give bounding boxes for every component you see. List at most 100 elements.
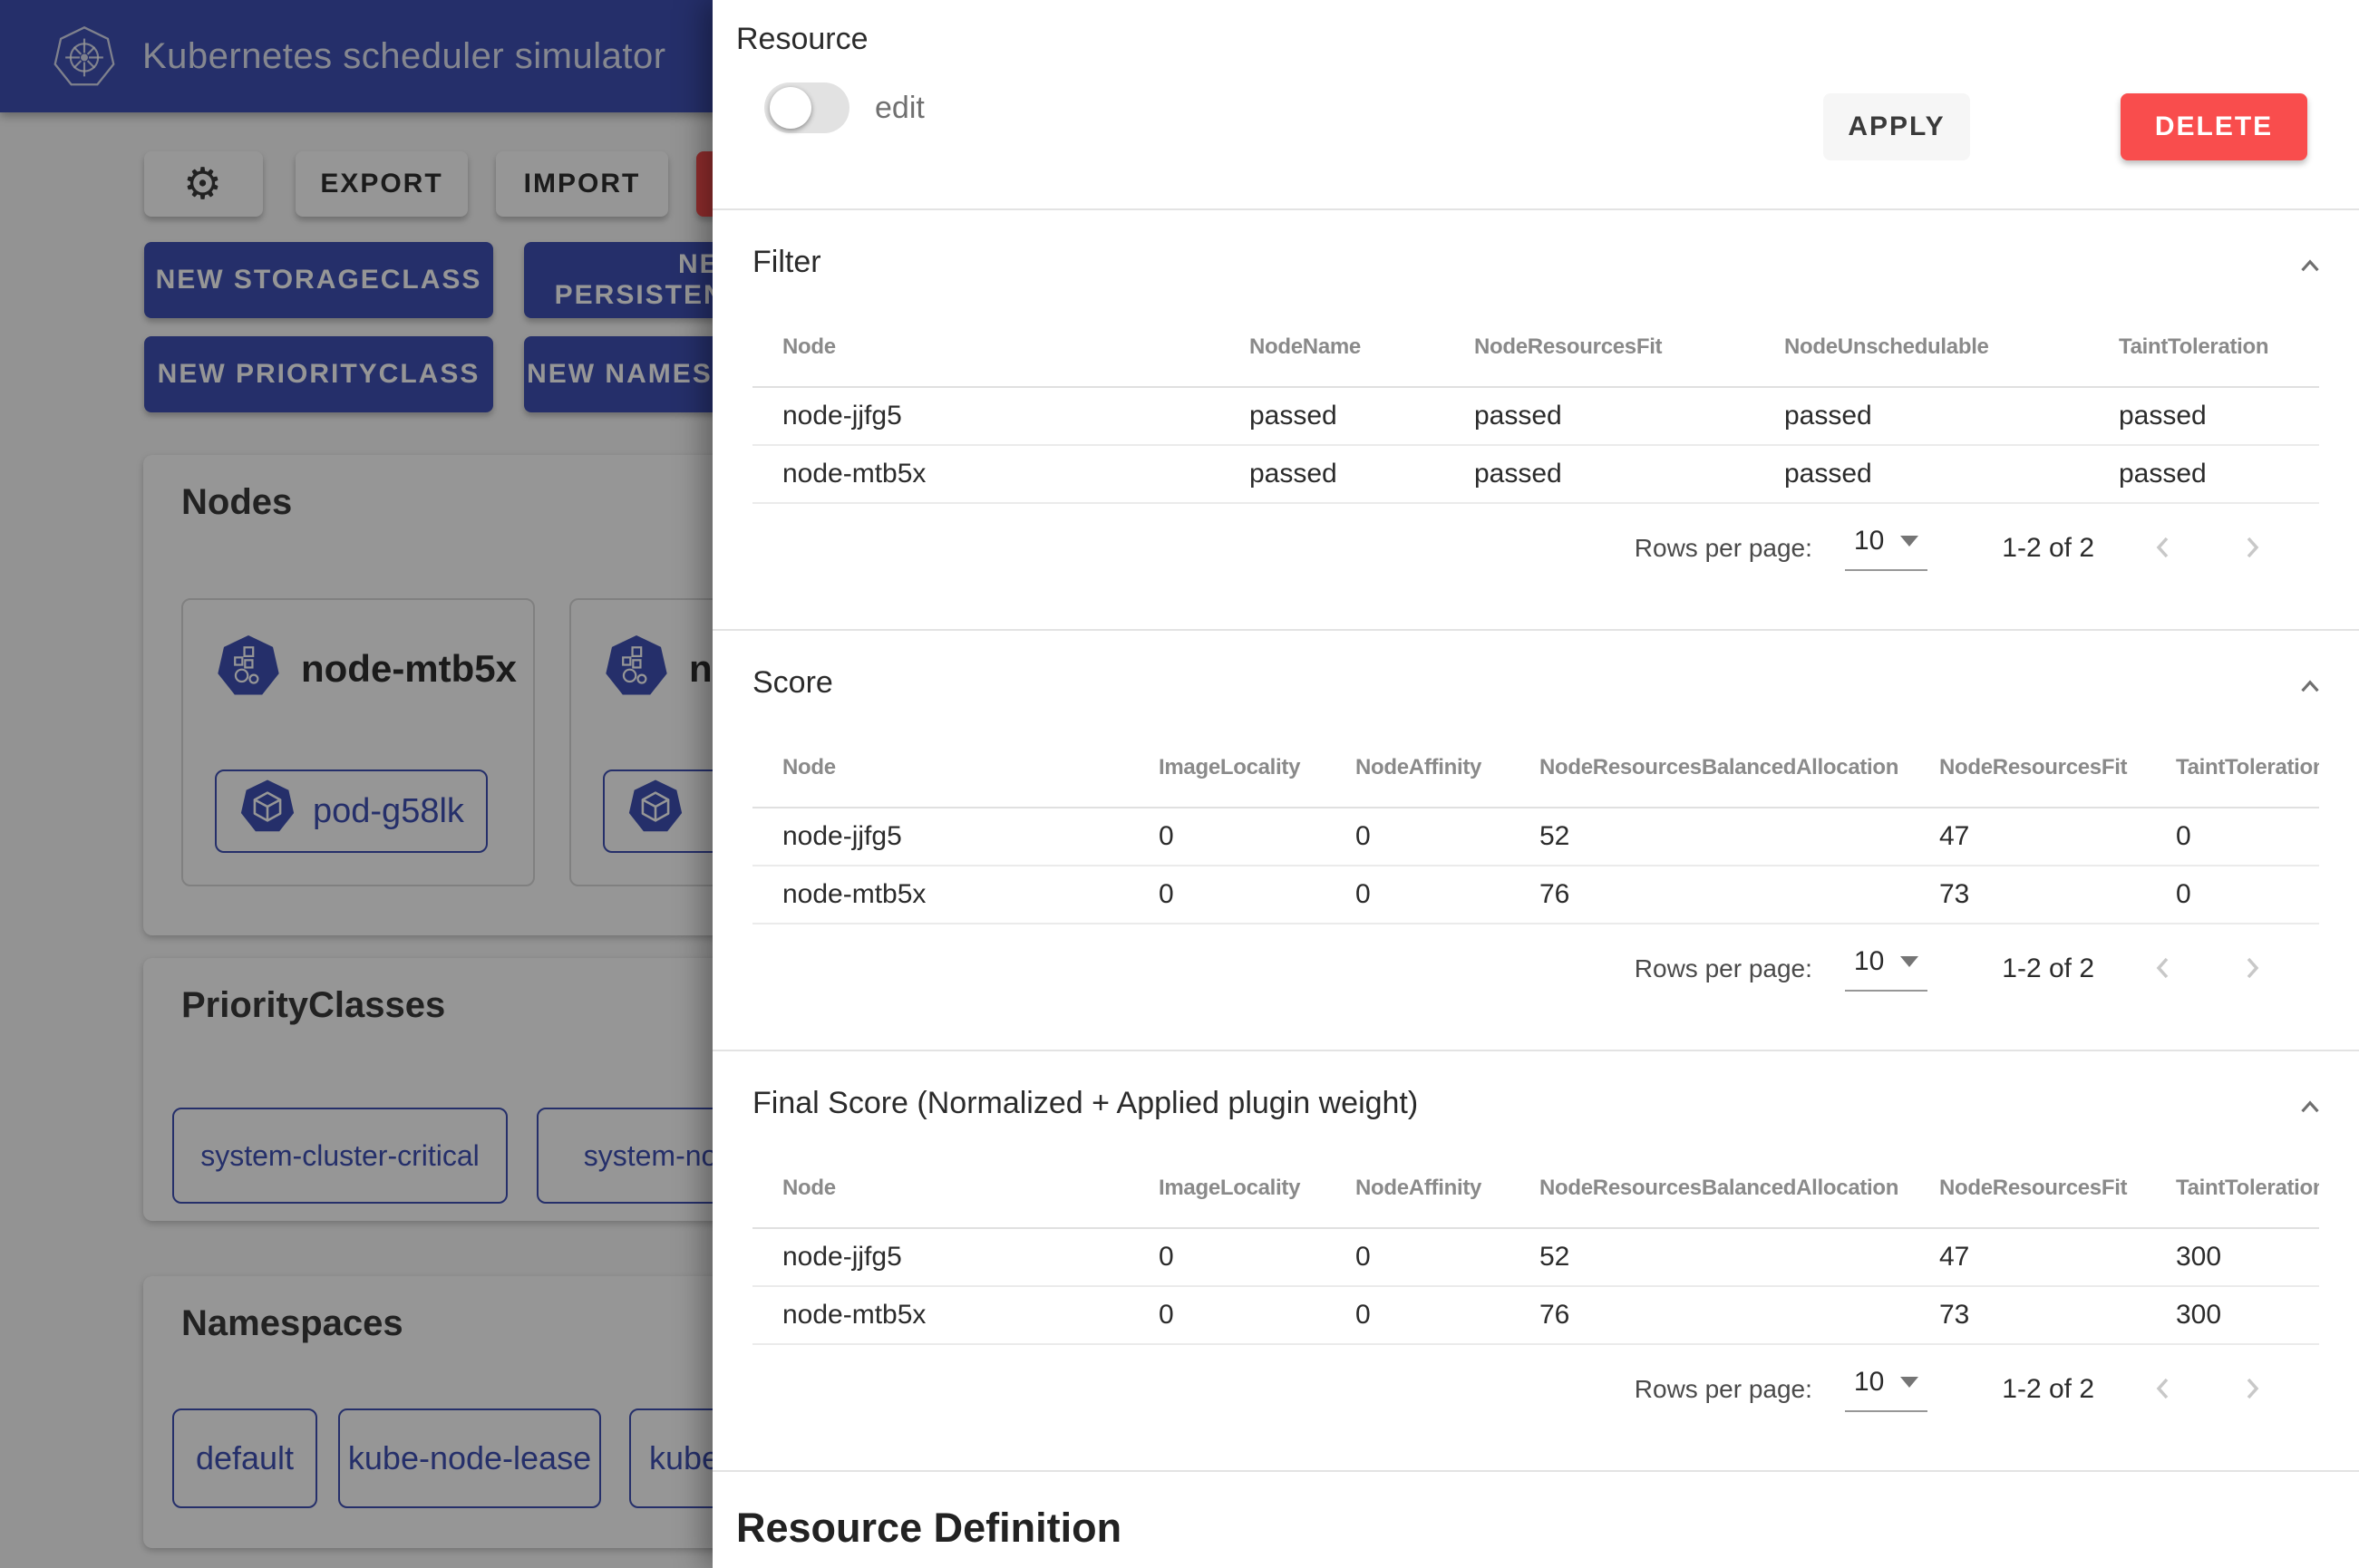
column-header: NodeResourcesBalancedAllocation (1510, 1148, 1909, 1228)
table-cell: passed (2089, 387, 2319, 445)
column-header: NodeResourcesBalancedAllocation (1510, 728, 1909, 808)
collapse-filter-button[interactable] (2294, 250, 2326, 286)
table-cell: 0 (1129, 1286, 1325, 1344)
table-cell: node-mtb5x (752, 866, 1129, 924)
filter-section: Filter Node NodeName NodeResourcesFit No… (713, 210, 2359, 631)
column-header: Node (752, 307, 1219, 387)
score-section: Score Node ImageLocality NodeAffinity No… (713, 631, 2359, 1051)
table-cell: node-jjfg5 (752, 387, 1219, 445)
column-header: TaintToleration (2089, 307, 2319, 387)
edit-toggle-knob (770, 87, 811, 129)
column-header: Node (752, 1148, 1129, 1228)
pagination: Rows per page: 10 1-2 of 2 (752, 1367, 2319, 1412)
caret-down-icon (1900, 956, 1918, 967)
chevron-right-icon (2234, 530, 2268, 565)
chevron-up-icon (2294, 1091, 2326, 1124)
table-cell: 73 (1909, 866, 2146, 924)
edit-toggle[interactable] (764, 82, 849, 133)
column-header: Node (752, 728, 1129, 808)
rows-per-page-label: Rows per page: (1635, 534, 1812, 563)
table-cell: 76 (1510, 1286, 1909, 1344)
table-cell: node-jjfg5 (752, 808, 1129, 866)
table-cell: passed (1219, 387, 1444, 445)
score-table: Node ImageLocality NodeAffinity NodeReso… (752, 728, 2319, 924)
table-cell: passed (1444, 445, 1754, 503)
previous-page-button[interactable] (2147, 530, 2181, 567)
table-row: node-mtb5x 0 0 76 73 0 (752, 866, 2319, 924)
page-range-label: 1-2 of 2 (2002, 1374, 2094, 1405)
chevron-left-icon (2147, 951, 2181, 985)
column-header: NodeUnschedulable (1754, 307, 2089, 387)
table-cell: 0 (1325, 808, 1510, 866)
table-header-row: Node ImageLocality NodeAffinity NodeReso… (752, 728, 2319, 808)
table-cell: 0 (2146, 866, 2319, 924)
pagination: Rows per page: 10 1-2 of 2 (752, 526, 2319, 571)
page-range-label: 1-2 of 2 (2002, 533, 2094, 564)
table-row: node-mtb5x 0 0 76 73 300 (752, 1286, 2319, 1344)
rows-per-page-value: 10 (1854, 526, 1884, 557)
table-cell: node-mtb5x (752, 1286, 1129, 1344)
next-page-button[interactable] (2234, 1371, 2268, 1408)
table-cell: 0 (1129, 1228, 1325, 1286)
next-page-button[interactable] (2234, 530, 2268, 567)
resource-drawer: Resource edit APPLY DELETE Filter Node N… (713, 0, 2359, 1568)
column-header: NodeAffinity (1325, 1148, 1510, 1228)
table-header-row: Node ImageLocality NodeAffinity NodeReso… (752, 1148, 2319, 1228)
table-row: node-jjfg5 0 0 52 47 300 (752, 1228, 2319, 1286)
pagination: Rows per page: 10 1-2 of 2 (752, 946, 2319, 992)
chevron-left-icon (2147, 530, 2181, 565)
table-cell: 47 (1909, 1228, 2146, 1286)
rows-per-page-select[interactable]: 10 (1845, 526, 1927, 571)
collapse-score-button[interactable] (2294, 671, 2326, 706)
final-score-section: Final Score (Normalized + Applied plugin… (713, 1051, 2359, 1472)
table-cell: 0 (1325, 866, 1510, 924)
rows-per-page-value: 10 (1854, 1367, 1884, 1398)
caret-down-icon (1900, 536, 1918, 547)
table-cell: passed (1754, 387, 2089, 445)
column-header: ImageLocality (1129, 728, 1325, 808)
caret-down-icon (1900, 1377, 1918, 1388)
score-section-title: Score (752, 665, 2319, 701)
table-cell: 73 (1909, 1286, 2146, 1344)
rows-per-page-label: Rows per page: (1635, 954, 1812, 983)
table-cell: node-jjfg5 (752, 1228, 1129, 1286)
column-header: TaintToleration (2146, 728, 2319, 808)
table-cell: 0 (1325, 1286, 1510, 1344)
table-cell: 0 (2146, 808, 2319, 866)
table-cell: node-mtb5x (752, 445, 1219, 503)
apply-button[interactable]: APPLY (1823, 93, 1970, 160)
chevron-up-icon (2294, 250, 2326, 283)
table-cell: 300 (2146, 1286, 2319, 1344)
edit-toggle-label: edit (875, 91, 925, 126)
chevron-left-icon (2147, 1371, 2181, 1406)
drawer-title: Resource (736, 22, 2335, 57)
column-header: TaintToleration (2146, 1148, 2319, 1228)
final-score-table: Node ImageLocality NodeAffinity NodeReso… (752, 1148, 2319, 1345)
previous-page-button[interactable] (2147, 1371, 2181, 1408)
column-header: NodeName (1219, 307, 1444, 387)
rows-per-page-select[interactable]: 10 (1845, 1367, 1927, 1412)
resource-definition-section: Resource Definition (713, 1472, 2359, 1552)
collapse-final-score-button[interactable] (2294, 1091, 2326, 1127)
delete-button[interactable]: DELETE (2121, 93, 2307, 160)
table-cell: 0 (1325, 1228, 1510, 1286)
previous-page-button[interactable] (2147, 951, 2181, 988)
chevron-right-icon (2234, 1371, 2268, 1406)
filter-section-title: Filter (752, 245, 2319, 280)
table-cell: 300 (2146, 1228, 2319, 1286)
table-cell: passed (1754, 445, 2089, 503)
final-score-section-title: Final Score (Normalized + Applied plugin… (752, 1086, 2319, 1121)
column-header: NodeResourcesFit (1909, 1148, 2146, 1228)
rows-per-page-value: 10 (1854, 946, 1884, 977)
page-range-label: 1-2 of 2 (2002, 953, 2094, 984)
filter-table: Node NodeName NodeResourcesFit NodeUnsch… (752, 307, 2319, 504)
table-cell: 52 (1510, 1228, 1909, 1286)
rows-per-page-select[interactable]: 10 (1845, 946, 1927, 992)
table-cell: 76 (1510, 866, 1909, 924)
table-cell: passed (1444, 387, 1754, 445)
column-header: NodeResourcesFit (1444, 307, 1754, 387)
next-page-button[interactable] (2234, 951, 2268, 988)
rows-per-page-label: Rows per page: (1635, 1375, 1812, 1404)
drawer-header: Resource edit APPLY DELETE (713, 0, 2359, 210)
table-row: node-jjfg5 passed passed passed passed (752, 387, 2319, 445)
